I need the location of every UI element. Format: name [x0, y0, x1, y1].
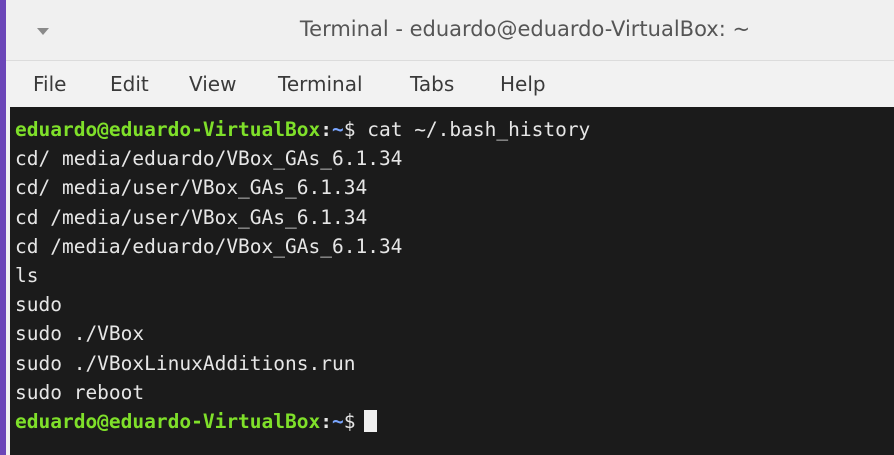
prompt-colon: : — [320, 409, 332, 433]
output-line: sudo ./VBox — [15, 322, 145, 346]
prompt-line[interactable]: eduardo@eduardo-VirtualBox:~$ — [15, 407, 894, 436]
output-line: sudo reboot — [15, 380, 145, 404]
output-line: sudo ./VBoxLinuxAdditions.run — [15, 351, 356, 375]
prompt-sign: $ — [343, 118, 356, 141]
output-line: cd/ media/eduardo/VBox_GAs_6.1.34 — [15, 147, 403, 171]
prompt-user-host: eduardo@eduardo-VirtualBox — [15, 118, 321, 141]
menu-file[interactable]: File — [33, 72, 66, 96]
menu-help[interactable]: Help — [500, 72, 546, 96]
cursor-icon — [363, 409, 377, 432]
menu-tabs[interactable]: Tabs — [410, 72, 454, 96]
window-title: Terminal - eduardo@eduardo-VirtualBox: ~ — [299, 17, 751, 41]
output-line: cd /media/eduardo/VBox_GAs_6.1.34 — [15, 234, 403, 258]
command-line: eduardo@eduardo-VirtualBox:~$ cat ~/.bas… — [15, 115, 894, 144]
prompt-user-host: eduardo@eduardo-VirtualBox — [15, 409, 321, 433]
menu-view[interactable]: View — [189, 72, 236, 96]
prompt-colon: : — [320, 118, 332, 141]
menu-edit[interactable]: Edit — [110, 72, 149, 96]
title-bar[interactable]: Terminal - eduardo@eduardo-VirtualBox: ~ — [6, 0, 894, 61]
command-text: cat ~/.bash_history — [355, 118, 591, 141]
menu-bar: File Edit View Terminal Tabs Help — [6, 61, 894, 107]
output-line: cd /media/user/VBox_GAs_6.1.34 — [15, 205, 368, 229]
menu-terminal[interactable]: Terminal — [278, 72, 363, 96]
output-line: sudo — [15, 293, 62, 317]
chevron-down-icon — [37, 28, 49, 35]
prompt-path: ~ — [332, 118, 344, 141]
prompt-sign: $ — [343, 409, 356, 433]
terminal-lines: eduardo@eduardo-VirtualBox:~$ cat ~/.bas… — [15, 115, 894, 436]
terminal-area[interactable]: eduardo@eduardo-VirtualBox:~$ cat ~/.bas… — [10, 107, 894, 455]
output-line: ls — [15, 263, 39, 287]
output-line: cd/ media/user/VBox_GAs_6.1.34 — [15, 176, 368, 200]
prompt-path: ~ — [332, 409, 344, 433]
terminal-window: Terminal - eduardo@eduardo-VirtualBox: ~… — [0, 0, 894, 455]
window-menu-button[interactable] — [34, 22, 52, 40]
